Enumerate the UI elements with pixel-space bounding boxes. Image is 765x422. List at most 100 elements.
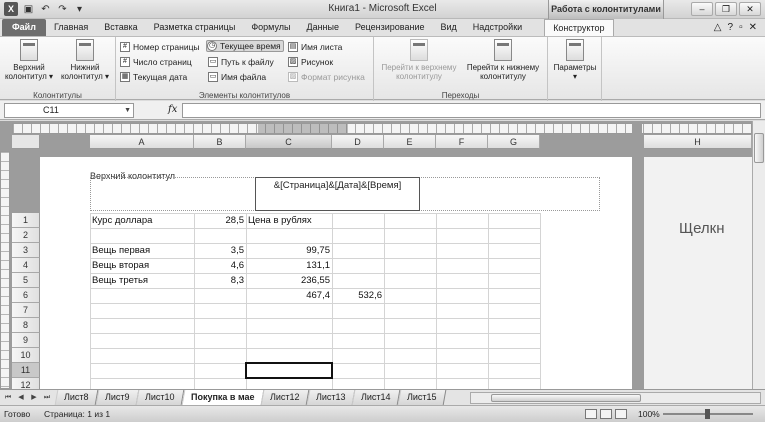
cell-b5[interactable]: 8,3 (194, 273, 244, 288)
cell-a5[interactable]: Вещь третья (92, 273, 148, 288)
column-header-f[interactable]: F (436, 135, 488, 149)
scroll-thumb[interactable] (754, 133, 764, 163)
cell-b1[interactable]: 28,5 (194, 213, 245, 228)
tab-home[interactable]: Главная (46, 19, 96, 36)
first-sheet-icon[interactable]: ⏮ (2, 392, 14, 404)
tab-page-layout[interactable]: Разметка страницы (146, 19, 244, 36)
insert-function-icon[interactable]: fx (168, 104, 177, 115)
sheet-tab[interactable]: Лист8 (54, 390, 98, 405)
tab-view[interactable]: Вид (433, 19, 465, 36)
zoom-level[interactable]: 100% (638, 406, 660, 422)
horizontal-scrollbar[interactable] (470, 392, 761, 404)
last-sheet-icon[interactable]: ⏭ (41, 392, 53, 404)
row-header-4[interactable]: 4 (12, 258, 40, 273)
goto-footer-icon (494, 39, 512, 61)
params-button[interactable]: Параметры ▾ (550, 39, 600, 81)
cell-c5[interactable]: 236,55 (246, 273, 330, 288)
file-name-button[interactable]: ▭ Имя файла (208, 71, 266, 83)
window-controls: – ❐ ✕ (691, 2, 761, 16)
row-header-10[interactable]: 10 (12, 348, 40, 363)
column-header-e[interactable]: E (384, 135, 436, 149)
cell-c6[interactable]: 467,4 (246, 288, 330, 303)
formula-input[interactable] (182, 103, 761, 118)
zoom-slider-knob[interactable] (705, 409, 710, 419)
column-header-g[interactable]: G (488, 135, 540, 149)
window-close-icon[interactable]: ✕ (749, 19, 757, 36)
picture-format-button[interactable]: ▨ Формат рисунка (288, 71, 365, 83)
close-icon[interactable]: ✕ (739, 2, 761, 16)
sheet-tab[interactable]: Лист13 (306, 390, 355, 405)
chevron-down-icon[interactable]: ▼ (124, 104, 131, 117)
sheet-tab[interactable]: Лист14 (352, 390, 401, 405)
footer-button[interactable]: Нижний колонтитул ▾ (60, 39, 110, 81)
cell-a3[interactable]: Вещь первая (92, 243, 150, 258)
cell-b3[interactable]: 3,5 (194, 243, 244, 258)
current-date-button[interactable]: ▦ Текущая дата (120, 71, 187, 83)
cell-a4[interactable]: Вещь вторая (92, 258, 149, 273)
tab-file[interactable]: Файл (2, 19, 46, 36)
row-header-8[interactable]: 8 (12, 318, 40, 333)
file-path-button[interactable]: ▭ Путь к файлу (208, 56, 274, 68)
row-header-3[interactable]: 3 (12, 243, 40, 258)
column-header-b[interactable]: B (194, 135, 246, 149)
row-header-7[interactable]: 7 (12, 303, 40, 318)
page-break-view-icon[interactable] (615, 409, 627, 419)
column-header-a[interactable]: A (90, 135, 194, 149)
normal-view-icon[interactable] (585, 409, 597, 419)
row-header-1[interactable]: 1 (12, 213, 40, 228)
window-restore-icon[interactable]: ▫ (739, 19, 743, 36)
prev-sheet-icon[interactable]: ◀ (15, 392, 27, 404)
scroll-thumb[interactable] (491, 394, 641, 402)
row-header-11[interactable]: 11 (12, 363, 40, 378)
picture-button[interactable]: ▨ Рисунок (288, 56, 333, 68)
ribbon-minimize-icon[interactable]: △ (714, 19, 722, 36)
column-header-c[interactable]: C (246, 135, 332, 149)
page-number-button[interactable]: # Номер страницы (120, 41, 200, 53)
restore-icon[interactable]: ❐ (715, 2, 737, 16)
cell-b4[interactable]: 4,6 (194, 258, 244, 273)
sheet-tab[interactable]: Лист9 (95, 390, 139, 405)
cell-a1[interactable]: Курс доллара (92, 213, 152, 228)
sheet-tab[interactable]: Лист10 (135, 390, 185, 405)
minimize-icon[interactable]: – (691, 2, 713, 16)
cell-c3[interactable]: 99,75 (246, 243, 330, 258)
tab-data[interactable]: Данные (298, 19, 347, 36)
help-icon[interactable]: ? (728, 19, 734, 36)
cell-d6[interactable]: 532,6 (332, 288, 382, 303)
sheet-tab[interactable]: Лист15 (397, 390, 446, 405)
sheet-tab-active[interactable]: Покупка в мае (181, 390, 264, 405)
click-to-add-text[interactable]: Щелкн (679, 220, 725, 237)
goto-footer-button[interactable]: Перейти к нижнему колонтитулу (460, 39, 546, 81)
next-sheet-icon[interactable]: ▶ (28, 392, 40, 404)
header-button[interactable]: Верхний колонтитул ▾ (4, 39, 54, 81)
header-center-section[interactable]: &[Страница]&[Дата]&[Время] (255, 177, 420, 211)
row-header-6[interactable]: 6 (12, 288, 40, 303)
tab-review[interactable]: Рецензирование (347, 19, 433, 36)
tab-formulas[interactable]: Формулы (243, 19, 298, 36)
header-icon (20, 39, 38, 61)
select-all-corner[interactable] (12, 135, 40, 149)
vertical-scrollbar[interactable] (752, 121, 765, 389)
row-header-2[interactable]: 2 (12, 228, 40, 243)
column-header-h[interactable]: H (644, 135, 752, 149)
current-time-button[interactable]: ◷ Текущее время (206, 40, 284, 52)
tab-insert[interactable]: Вставка (96, 19, 145, 36)
row-header-12[interactable]: 12 (12, 378, 40, 389)
ribbon-controls: △ ? ▫ ✕ (714, 19, 765, 36)
zoom-slider[interactable] (663, 409, 753, 419)
tab-design[interactable]: Конструктор (544, 19, 614, 36)
name-box[interactable]: C11 ▼ (4, 103, 134, 118)
cell-c1[interactable]: Цена в рублях (248, 213, 312, 228)
column-header-d[interactable]: D (332, 135, 384, 149)
cell-c4[interactable]: 131,1 (246, 258, 330, 273)
page-layout-view-icon[interactable] (600, 409, 612, 419)
row-header-9[interactable]: 9 (12, 333, 40, 348)
tab-addins[interactable]: Надстройки (465, 19, 530, 36)
sheet-tabs-bar: ⏮ ◀ ▶ ⏭ Лист8 Лист9 Лист10 Покупка в мае… (0, 389, 765, 405)
goto-header-button[interactable]: Перейти к верхнему колонтитулу (376, 39, 462, 81)
sheet-tab[interactable]: Лист12 (260, 390, 310, 405)
sheet-name-button[interactable]: ▤ Имя листа (288, 41, 342, 53)
active-cell-c11[interactable] (245, 362, 333, 379)
page-count-button[interactable]: # Число страниц (120, 56, 192, 68)
row-header-5[interactable]: 5 (12, 273, 40, 288)
